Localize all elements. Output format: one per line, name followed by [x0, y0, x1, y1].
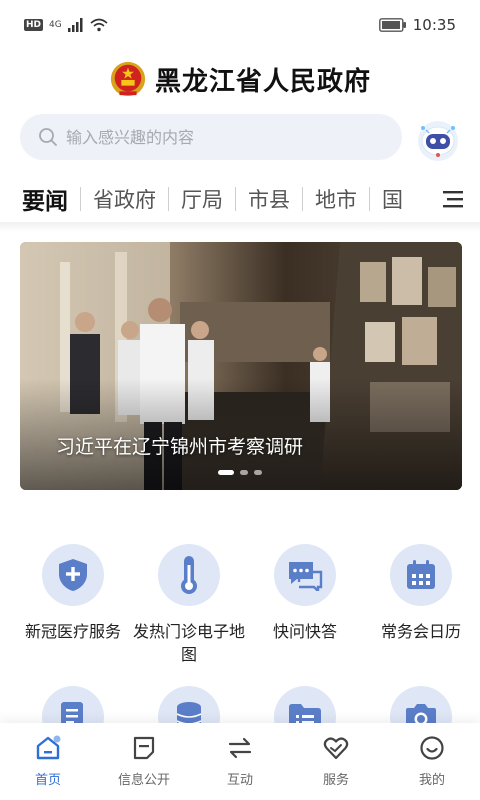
hd-badge: HD [24, 19, 44, 31]
signal-icon [67, 18, 83, 32]
interact-icon [228, 737, 252, 759]
search-input[interactable] [66, 127, 386, 147]
nav-interaction[interactable]: 互动 [192, 723, 288, 800]
carousel-dot [254, 470, 262, 475]
tab-shadow [0, 222, 480, 232]
service-icon [323, 737, 349, 760]
nav-label: 我的 [418, 773, 445, 788]
profile-icon [420, 736, 444, 760]
chat-icon [289, 562, 323, 591]
service-label: 常务会日历 [380, 622, 461, 641]
service-executive-calendar[interactable]: 常务会日历 [361, 544, 480, 643]
nav-label: 首页 [34, 773, 61, 788]
service-quick-qa[interactable]: 快问快答 [245, 544, 365, 643]
menu-icon [443, 191, 463, 208]
tab-divider [302, 187, 303, 211]
service-covid-medical[interactable]: 新冠医疗服务 [13, 544, 133, 643]
clock: 10:35 [412, 16, 456, 34]
search-icon [39, 128, 57, 146]
tab-divider [80, 187, 81, 211]
thermometer-icon [181, 556, 197, 594]
tabs-menu-button[interactable] [428, 176, 480, 222]
tab-provincial-government[interactable]: 省政府 [93, 184, 156, 214]
tab-national[interactable]: 国 [382, 184, 403, 214]
nav-profile[interactable]: 我的 [384, 723, 480, 800]
tab-departments[interactable]: 厅局 [181, 184, 223, 214]
tab-cities-counties[interactable]: 市县 [248, 184, 290, 214]
status-bar: HD 4G 10:35 [0, 0, 480, 50]
app-header: 黑龙江省人民政府 [0, 50, 480, 108]
service-fever-clinic-map[interactable]: 发热门诊电子地图 [129, 544, 249, 666]
robot-assistant-icon[interactable] [414, 116, 462, 164]
nav-home[interactable]: 首页 [0, 723, 96, 800]
category-tabs: 要闻 省政府 厅局 市县 地市 国 [0, 176, 480, 222]
nav-label: 信息公开 [117, 773, 170, 788]
banner-caption: 习近平在辽宁锦州市考察调研 [56, 436, 304, 458]
national-emblem-icon [110, 61, 146, 97]
tab-headlines[interactable]: 要闻 [22, 182, 68, 216]
news-banner[interactable]: 习近平在辽宁锦州市考察调研 [20, 242, 462, 490]
service-label: 快问快答 [272, 622, 337, 641]
info-icon [133, 736, 155, 760]
tab-divider [168, 187, 169, 211]
carousel-dot [240, 470, 248, 475]
app-title: 黑龙江省人民政府 [154, 66, 371, 97]
tab-divider [235, 187, 236, 211]
service-label: 新冠医疗服务 [24, 622, 121, 641]
calendar-icon [407, 560, 435, 589]
bottom-navigation: 首页 信息公开 互动 服务 我的 [0, 723, 480, 800]
nav-services[interactable]: 服务 [288, 723, 384, 800]
battery-icon [378, 18, 406, 32]
tab-divider [369, 187, 370, 211]
search-bar[interactable] [20, 114, 402, 160]
nav-info-disclosure[interactable]: 信息公开 [96, 723, 192, 800]
carousel-indicator [218, 470, 262, 475]
home-icon [36, 735, 61, 760]
tab-prefectures[interactable]: 地市 [315, 184, 357, 214]
network-type: 4G [49, 20, 62, 30]
nav-label: 互动 [226, 773, 253, 788]
nav-label: 服务 [322, 773, 349, 788]
service-label: 发热门诊电子地图 [132, 622, 245, 664]
wifi-icon [90, 18, 108, 32]
shield-plus-icon [59, 559, 87, 591]
carousel-dot [218, 470, 234, 475]
